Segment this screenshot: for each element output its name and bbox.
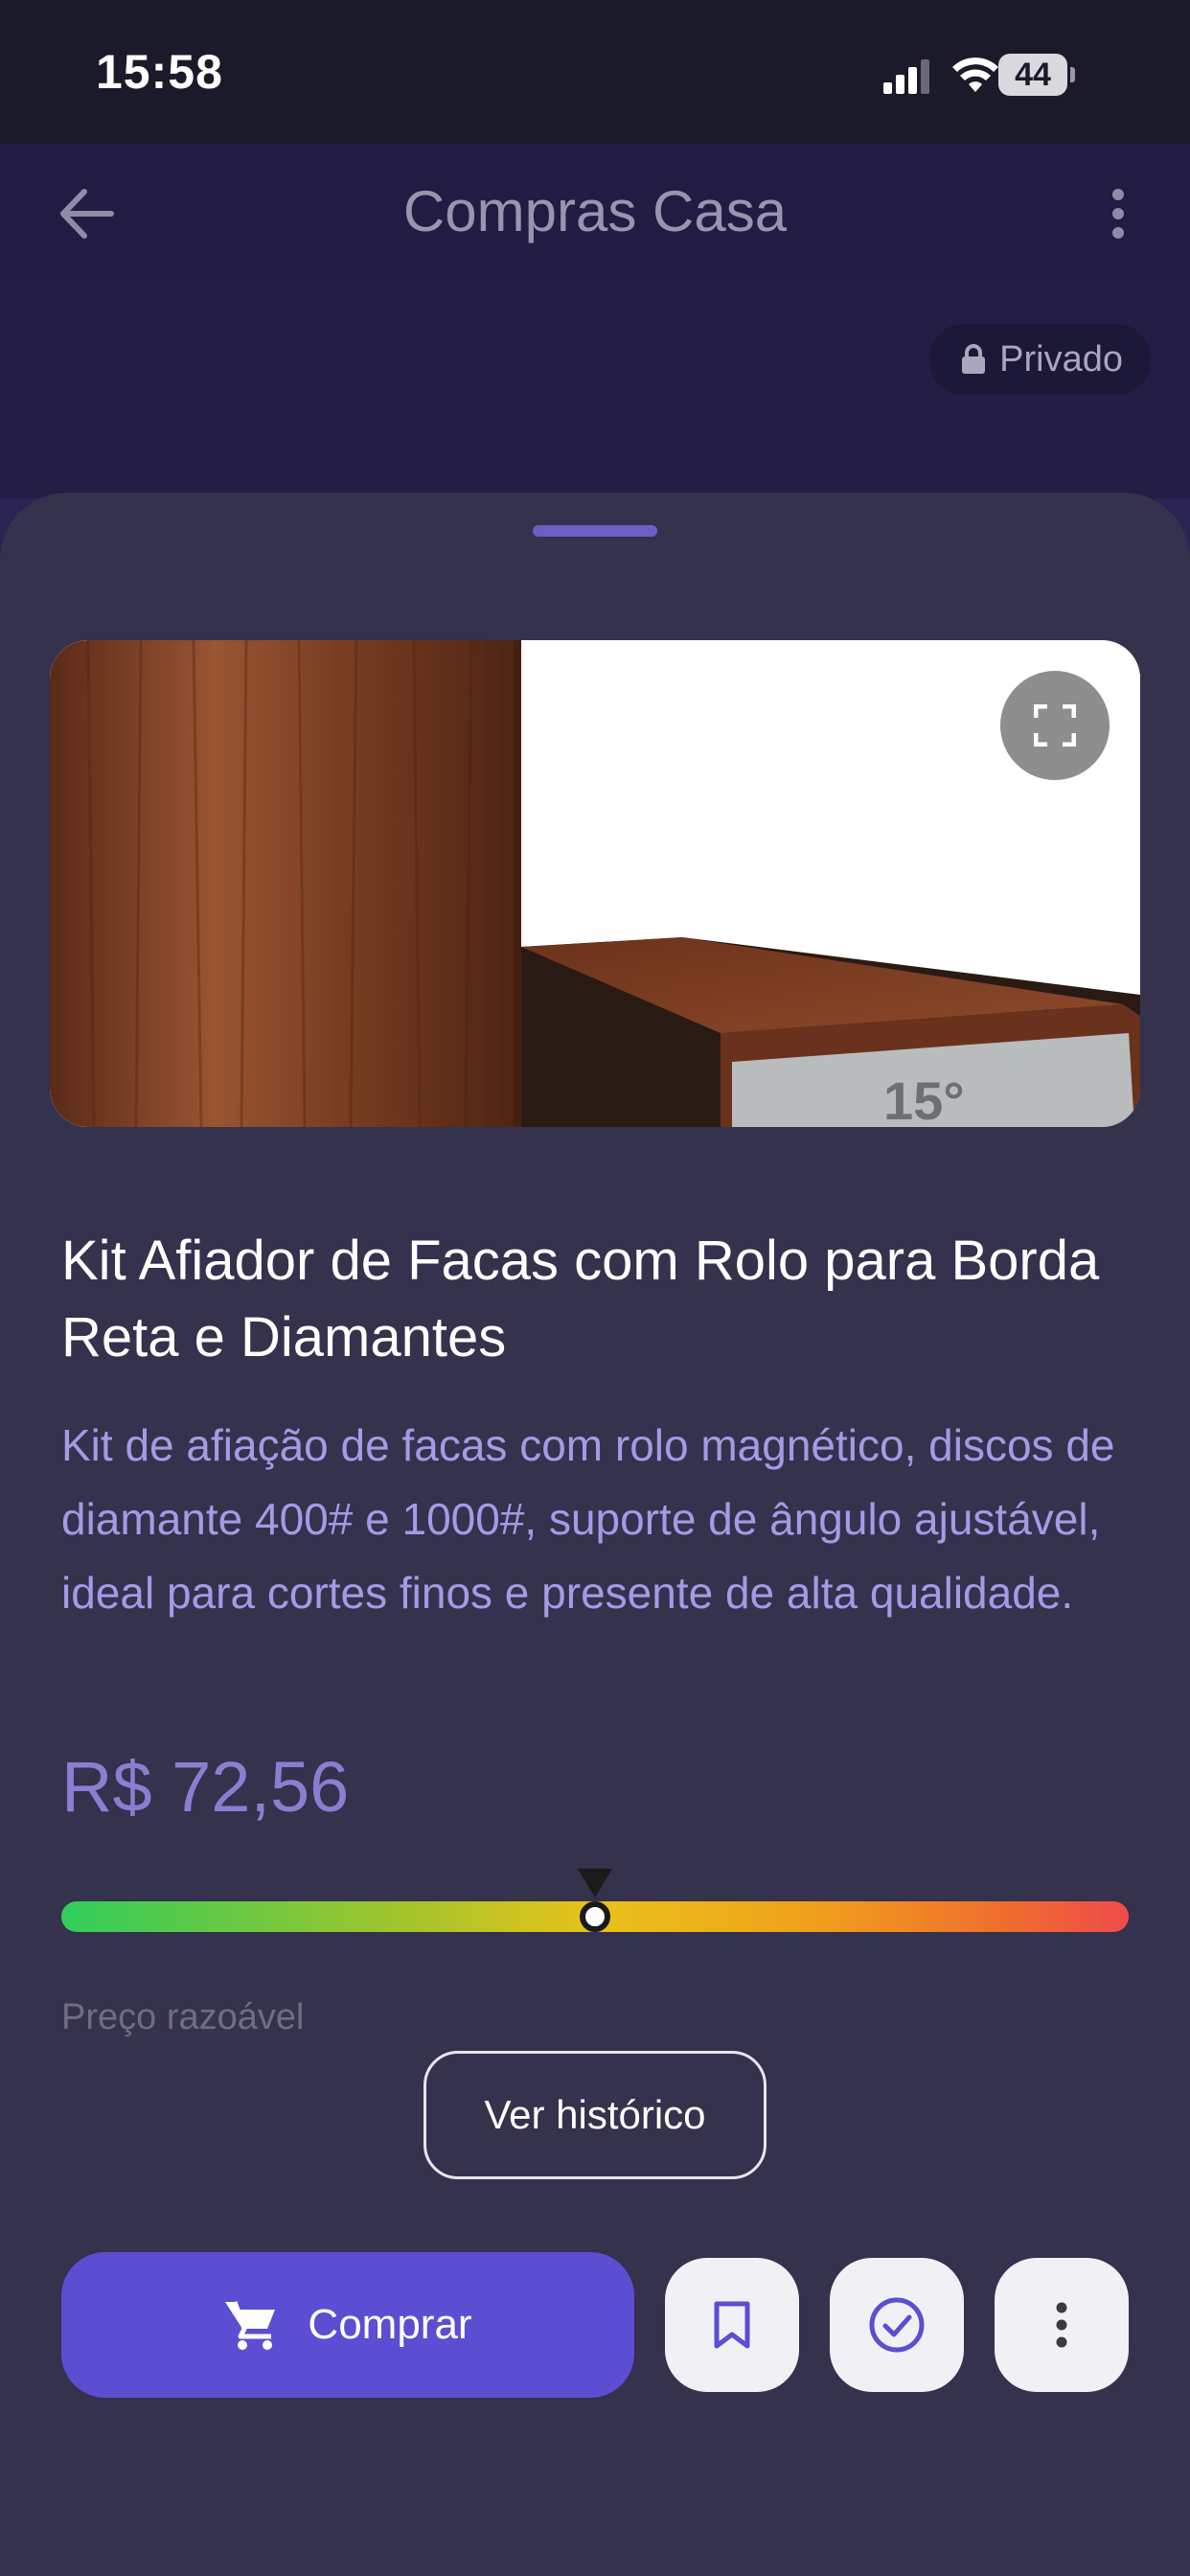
price-meter (61, 1869, 1129, 1932)
status-time: 15:58 (96, 45, 223, 99)
more-actions-button[interactable] (995, 2258, 1129, 2392)
view-history-button[interactable]: Ver histórico (423, 2051, 767, 2179)
product-description: Kit de afiação de facas com rolo magnéti… (61, 1420, 1115, 1618)
lock-icon (962, 344, 986, 374)
app-screen: 15:58 44 Compras Casa Privado 15° Kit Af… (0, 0, 1190, 2576)
price-meter-knob (580, 1901, 610, 1932)
price-meter-label: Preço razoável (61, 1997, 305, 2037)
fullscreen-icon (1034, 704, 1076, 747)
product-photo: 15° (50, 640, 1140, 1127)
buy-button[interactable]: Comprar (61, 2252, 634, 2398)
buy-button-label: Comprar (308, 2301, 472, 2348)
check-circle-icon (869, 2297, 925, 2353)
privacy-badge[interactable]: Privado (928, 324, 1152, 395)
privacy-badge-label: Privado (999, 338, 1123, 380)
cellular-signal-icon (883, 59, 929, 94)
product-image[interactable]: 15° (50, 640, 1140, 1127)
bookmark-icon (714, 2301, 750, 2349)
more-vertical-icon (1112, 189, 1124, 239)
battery-icon: 44 (998, 54, 1075, 96)
status-bar: 15:58 44 (0, 0, 1190, 144)
fullscreen-button[interactable] (1000, 671, 1110, 780)
more-vertical-icon (1056, 2302, 1067, 2348)
page-title: Compras Casa (402, 179, 788, 243)
product-price: R$ 72,56 (61, 1747, 350, 1827)
product-sheet: 15° Kit Afiador de Facas com Rolo para B… (0, 493, 1190, 2576)
cart-icon (225, 2301, 276, 2350)
product-title: Kit Afiador de Facas com Rolo para Borda… (61, 1230, 1100, 1368)
image-angle-label: 15° (883, 1070, 965, 1127)
header-overflow-button[interactable] (1085, 180, 1152, 247)
battery-nub (1070, 67, 1075, 82)
mark-purchased-button[interactable] (830, 2258, 964, 2392)
app-header: Compras Casa (0, 144, 1190, 278)
bookmark-button[interactable] (665, 2258, 799, 2392)
battery-level: 44 (998, 54, 1067, 96)
price-meter-pointer (578, 1869, 612, 1898)
wifi-icon (952, 58, 998, 92)
sheet-drag-handle[interactable] (533, 525, 657, 537)
